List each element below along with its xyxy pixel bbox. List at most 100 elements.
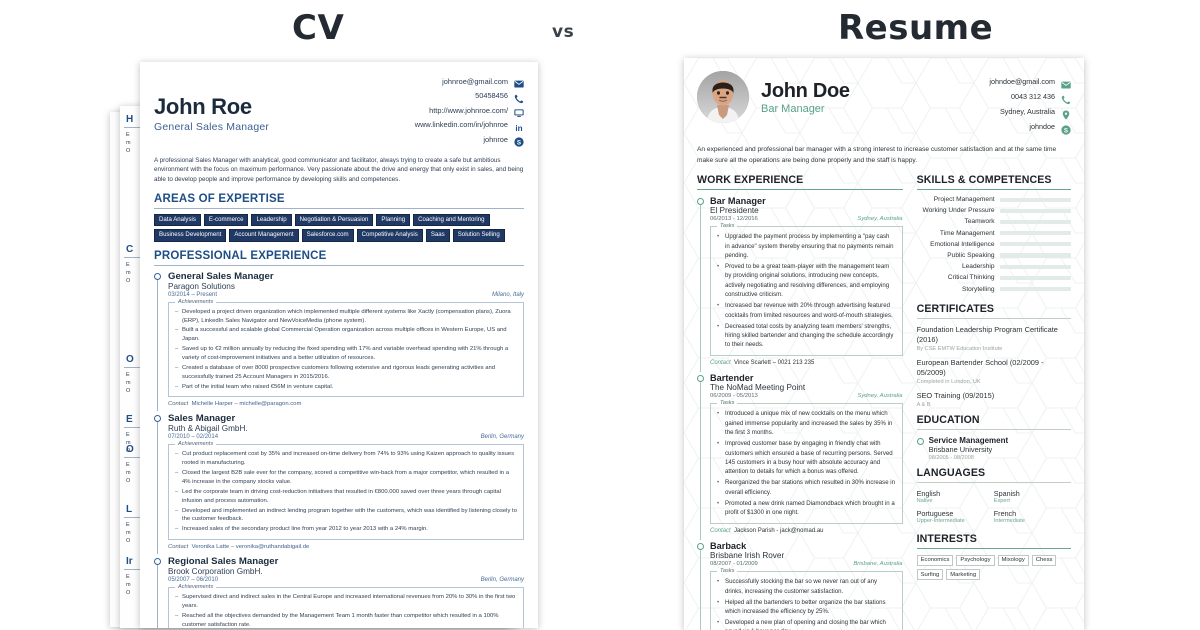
skill-bar-track	[999, 287, 1071, 292]
cv-job-location: Berlin, Germany	[480, 577, 524, 584]
skill-bar-track	[999, 253, 1071, 258]
resume-section-title-interests: INTERESTS	[916, 532, 977, 545]
resume-job-company: The NoMad Meeting Point	[710, 383, 806, 393]
cv-contact-row[interactable]: www.linkedin.com/in/johnroe in	[415, 118, 524, 133]
resume-experience-item: Bar Manager El Presidente 06/2013 - 12/2…	[697, 196, 903, 373]
resume-job-dates: 06/2013 - 12/2016	[710, 216, 758, 223]
bullet-dot-icon: •	[717, 578, 720, 586]
cv-expertise-tag: Business Development	[154, 228, 227, 242]
cv-divider-experience	[154, 264, 524, 266]
cv-achievement-text: Saved up to €2 million annually by reduc…	[182, 346, 509, 361]
skill-row: Critical Thinking	[917, 274, 1071, 281]
cv-achievement-bullet: – Created a database of over 8000 prospe…	[175, 364, 517, 382]
skill-label: Leadership	[961, 263, 995, 271]
bullet-dash-icon: –	[175, 364, 179, 371]
resume-contact-row[interactable]: johndoe@gmail.com	[989, 74, 1071, 89]
cv-back-body-text: m	[126, 140, 131, 146]
bullet-dash-icon: –	[175, 507, 179, 514]
interest-tag: Mixology	[997, 554, 1029, 566]
resume-experience-list: Bar Manager El Presidente 06/2013 - 12/2…	[697, 196, 903, 630]
phone-icon	[1061, 92, 1071, 104]
avatar	[697, 71, 749, 123]
resume-section-title-work: WORK EXPERIENCE	[697, 174, 804, 187]
resume-job-company: El Presidente	[710, 206, 759, 216]
resume-tasks-box: Tasks • Successfully stocking the bar so…	[710, 568, 903, 630]
bullet-dot-icon: •	[717, 618, 720, 626]
resume-task-text: Helped all the bartenders to better orga…	[725, 598, 886, 615]
skill-label: Emotional Intelligence	[930, 240, 995, 248]
skill-bar-track	[999, 242, 1071, 247]
resume-summary: An experienced and professional bar mana…	[697, 146, 1057, 164]
resume-contact-row[interactable]: Sydney, Australia	[989, 104, 1071, 120]
resume-contact-value: Vince Scarlett – 0021 213 235	[734, 360, 815, 367]
phone-icon	[514, 91, 524, 103]
cv-achievement-bullet: – Part of the initial team who raised €5…	[175, 383, 517, 392]
resume-header: John Doe Bar Manager johndoe@gmail.com 0…	[697, 68, 1071, 135]
cv-expertise-tags: Data Analysis E-commerce Leadership Negotia…	[154, 213, 524, 242]
skill-label: Project Management	[933, 196, 995, 204]
cv-achievement-bullet: – Led the corporate team in driving cost…	[175, 488, 517, 506]
cv-contact-row[interactable]: johnroe@gmail.com	[415, 74, 524, 89]
resume-identity: John Doe Bar Manager	[761, 68, 850, 115]
cv-experience-list: General Sales Manager Paragon Solutions …	[154, 271, 524, 628]
skill-row: Emotional Intelligence	[917, 241, 1071, 248]
cv-job-contact: Contact Veronika Latte – veronika@ruthan…	[168, 544, 524, 550]
resume-task-bullet: • Reorganized the bar stations which res…	[717, 478, 896, 497]
cv-achievements-box: Achievements – Developed a project drive…	[168, 298, 524, 398]
bullet-dash-icon: –	[175, 612, 179, 619]
resume-job-company: Brisbane Irish Rover	[710, 551, 785, 561]
skill-bar-track	[999, 219, 1071, 225]
language-item: Portuguese Upper-Intermediate	[917, 509, 994, 524]
resume-job-role: Bartender	[710, 373, 754, 384]
skill-row: Teamwork	[917, 218, 1071, 225]
resume-task-bullet: • Proved to be a great team-player with …	[717, 262, 896, 300]
resume-contact-text: johndoe	[1029, 122, 1055, 131]
cv-section-title-expertise: AREAS OF EXPERTISE	[154, 192, 285, 205]
skill-bar-track	[999, 264, 1071, 269]
language-level: Upper-Intermediate	[916, 517, 965, 524]
cv-job-role: Regional Sales Manager	[168, 556, 279, 568]
resume-tasks-box: Tasks • Upgraded the payment process by …	[710, 223, 903, 357]
resume-right-column: SKILLS & COMPETENCES Project Management …	[916, 174, 1071, 630]
cv-achievement-text: Developed and implemented an indirect le…	[182, 507, 517, 523]
resume-contact-row[interactable]: johndoe S	[989, 119, 1071, 135]
bullet-dash-icon: –	[175, 526, 179, 533]
certificate-title: SEO Training (09/2015)	[916, 390, 995, 400]
resume-task-text: Developed a new plan of opening and clos…	[725, 618, 886, 630]
cv-job-location: Milano, Italy	[491, 291, 524, 298]
skill-label: Public Speaking	[947, 252, 995, 260]
cv-contact-row[interactable]: 50458456	[415, 89, 524, 104]
cv-back-body-text: m	[126, 380, 131, 386]
resume-contact-row[interactable]: 0043 312 436	[989, 89, 1071, 104]
skill-bar-track	[999, 208, 1071, 213]
cv-back-body-text: E	[126, 574, 130, 580]
interest-tag: Marketing	[946, 569, 981, 581]
bullet-dash-icon: –	[175, 308, 179, 315]
cv-job-role: Sales Manager	[168, 413, 236, 425]
language-level: Expert	[993, 497, 1010, 504]
cv-achievements-label: Achievements	[175, 298, 217, 305]
cv-contact-label: Contact	[168, 544, 189, 551]
cv-contact-row[interactable]: johnroe S	[415, 132, 524, 147]
cv-back-section-header: O	[126, 354, 134, 365]
bullet-dot-icon: •	[717, 302, 720, 310]
timeline-line	[700, 382, 701, 541]
resume-divider-skills	[916, 189, 1071, 191]
svg-text:S: S	[1064, 127, 1068, 134]
bullet-dot-icon: •	[717, 479, 720, 487]
cv-contact-row[interactable]: http://www.johnroe.com/	[415, 103, 524, 118]
resume-document: John Doe Bar Manager johndoe@gmail.com 0…	[684, 58, 1084, 630]
resume-divider-languages	[916, 481, 1071, 483]
resume-task-text: Decreased total costs by analyzing team …	[725, 322, 894, 349]
education-list: Service Management Brisbane University 0…	[916, 436, 1071, 461]
bullet-dash-icon: –	[175, 451, 179, 458]
cv-job-company: Paragon Solutions	[168, 281, 235, 291]
resume-job-dates: 08/2007 - 01/2009	[710, 561, 758, 568]
bullet-dot-icon: •	[717, 598, 720, 606]
cv-expertise-tag: Competitive Analysis	[356, 228, 423, 242]
resume-left-column: WORK EXPERIENCE Bar Manager El President…	[697, 174, 903, 630]
cv-back-body-text: m	[126, 582, 131, 588]
resume-tasks-box: Tasks • Introduced a unique mix of new c…	[710, 400, 903, 525]
resume-job-location: Sydney, Australia	[857, 393, 903, 400]
cv-back-body-text: O	[126, 388, 131, 394]
